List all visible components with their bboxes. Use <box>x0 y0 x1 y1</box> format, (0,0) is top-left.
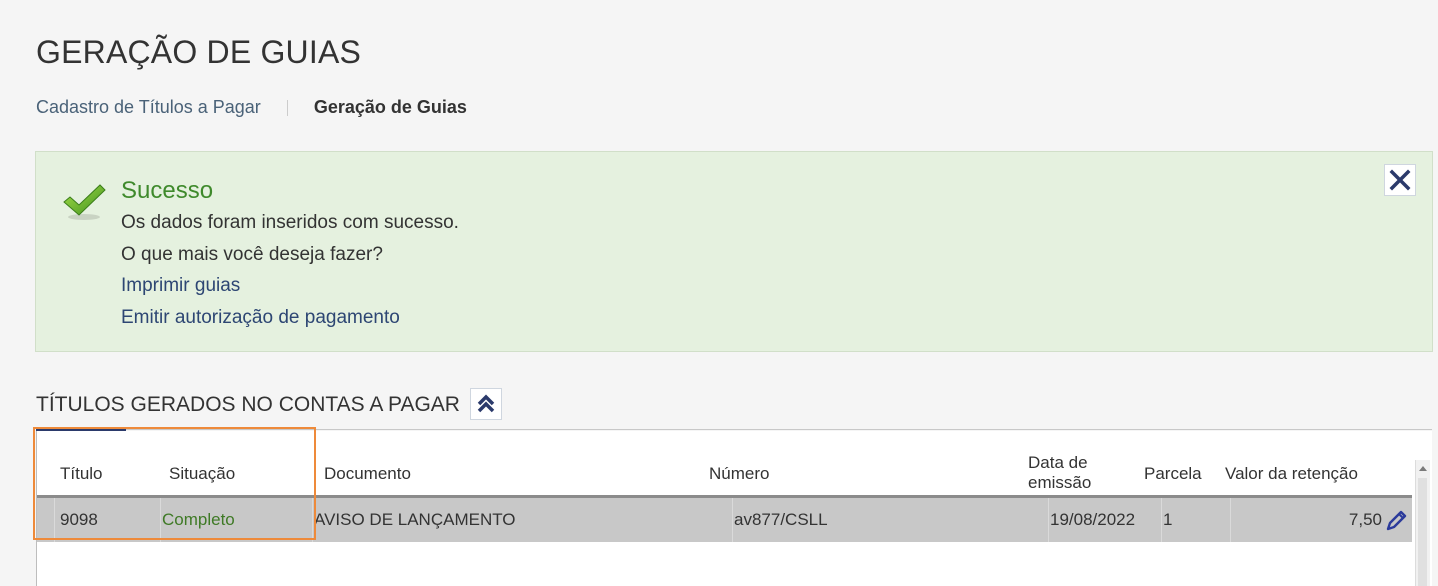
page-title: GERAÇÃO DE GUIAS <box>36 34 362 70</box>
table-row[interactable]: 9098 Completo AVISO DE LANÇAMENTO av877/… <box>36 498 1412 542</box>
table-left-border <box>36 431 37 586</box>
cell-divider <box>1048 498 1049 542</box>
titles-table: Título Situação Documento Número Data de… <box>36 431 1432 586</box>
cell-divider <box>732 498 733 542</box>
cell-titulo: 9098 <box>60 510 98 529</box>
table-header: Título Situação Documento Número Data de… <box>36 431 1412 496</box>
cell-parcela: 1 <box>1163 510 1173 529</box>
scrollbar-thumb[interactable] <box>1418 478 1427 586</box>
alert-title: Sucesso <box>121 177 214 204</box>
breadcrumb-link-cadastro[interactable]: Cadastro de Títulos a Pagar <box>36 97 261 118</box>
breadcrumb: Cadastro de Títulos a Pagar Geração de G… <box>36 97 467 118</box>
cell-numero: av877/CSLL <box>734 510 828 529</box>
checkmark-icon <box>63 184 106 220</box>
col-header-valor-retencao[interactable]: Valor da retenção <box>1225 464 1358 484</box>
cell-divider <box>54 498 55 542</box>
alert-question: O que mais você deseja fazer? <box>121 244 383 265</box>
col-header-numero[interactable]: Número <box>709 464 769 484</box>
cell-divider <box>1230 498 1231 542</box>
col-header-parcela[interactable]: Parcela <box>1144 464 1202 484</box>
cell-documento: AVISO DE LANÇAMENTO <box>314 510 516 529</box>
cell-divider <box>160 498 161 542</box>
section-divider <box>36 429 1432 430</box>
cell-data-emissao: 19/08/2022 <box>1050 510 1136 529</box>
success-alert: Sucesso Os dados foram inseridos com suc… <box>35 151 1433 352</box>
col-header-data-emissao-line2: emissão <box>1028 473 1092 492</box>
print-guides-link[interactable]: Imprimir guias <box>121 275 240 297</box>
double-chevron-up-icon <box>477 394 495 413</box>
col-header-data-emissao[interactable]: Data de emissão <box>1028 453 1091 493</box>
close-alert-button[interactable] <box>1384 164 1416 196</box>
alert-message: Os dados foram inseridos com sucesso. <box>121 212 459 233</box>
col-header-data-emissao-line1: Data de <box>1028 453 1088 472</box>
scroll-up-arrow-icon[interactable] <box>1419 466 1427 471</box>
breadcrumb-separator <box>286 99 288 116</box>
vertical-scrollbar[interactable] <box>1415 460 1430 586</box>
issue-payment-authorization-link[interactable]: Emitir autorização de pagamento <box>121 307 400 329</box>
cell-divider <box>1161 498 1162 542</box>
section-title: TÍTULOS GERADOS NO CONTAS A PAGAR <box>36 393 460 416</box>
col-header-documento[interactable]: Documento <box>324 464 411 484</box>
collapse-section-button[interactable] <box>470 388 502 420</box>
cell-divider <box>312 498 313 542</box>
close-icon <box>1389 169 1411 191</box>
col-header-titulo[interactable]: Título <box>60 464 103 484</box>
edit-pencil-icon[interactable] <box>1385 508 1409 532</box>
cell-valor-retencao: 7,50 <box>1348 510 1382 529</box>
col-header-situacao[interactable]: Situação <box>169 464 235 484</box>
cell-situacao: Completo <box>162 510 235 529</box>
breadcrumb-current: Geração de Guias <box>313 97 467 117</box>
